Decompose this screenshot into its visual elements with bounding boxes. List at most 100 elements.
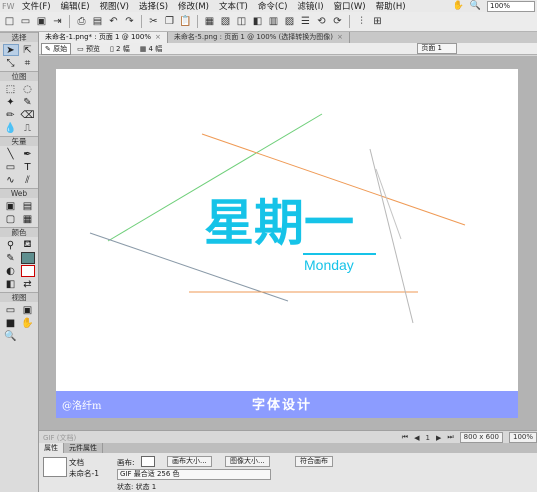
fill-swatch[interactable]	[20, 265, 36, 277]
canvas-size-button[interactable]: 画布大小...	[167, 456, 212, 467]
cut-icon[interactable]: ✂	[146, 14, 161, 29]
group-icon[interactable]: ▦	[202, 14, 217, 29]
pen-tool-icon[interactable]: ✒	[20, 148, 36, 160]
ungroup-icon[interactable]: ▧	[218, 14, 233, 29]
fill-color-icon[interactable]: ◐	[3, 265, 19, 277]
rectangle-tool-icon[interactable]: ▭	[3, 161, 19, 173]
stroke-color-icon[interactable]: ✎	[3, 252, 19, 264]
subheading-text: Monday	[304, 257, 354, 273]
zoom-select[interactable]: 100%	[487, 0, 535, 12]
close-icon[interactable]: ×	[155, 33, 161, 41]
copy-icon[interactable]: ❐	[162, 14, 177, 29]
join-icon[interactable]: ◫	[234, 14, 249, 29]
document-canvas[interactable]: 星期一 Monday @洛纤m 字体设计	[56, 69, 518, 418]
tab-properties[interactable]: 属性	[39, 443, 64, 453]
scale-tool-icon[interactable]: ⤡	[3, 57, 19, 69]
paint-bucket-icon[interactable]: ⛾	[20, 239, 36, 251]
marquee-tool-icon[interactable]: ⬚	[3, 83, 19, 95]
eyedropper-tool-icon[interactable]: ⚲	[3, 239, 19, 251]
align-icon[interactable]: ☰	[298, 14, 313, 29]
export-format-select[interactable]: GIF 最合适 256 色	[117, 469, 271, 480]
stroke-swatch[interactable]	[20, 252, 36, 264]
line-tool-icon[interactable]: ╲	[3, 148, 19, 160]
standard-screen-icon[interactable]: ▭	[3, 304, 19, 316]
menu-commands[interactable]: 命令(C)	[254, 0, 294, 12]
split-icon[interactable]: ◧	[250, 14, 265, 29]
full-screen-icon[interactable]: ■	[3, 317, 19, 329]
menu-help[interactable]: 帮助(H)	[372, 0, 412, 12]
menu-text[interactable]: 文本(T)	[215, 0, 254, 12]
stamp-tool-icon[interactable]: ⎍	[20, 122, 36, 134]
full-screen-menu-icon[interactable]: ▣	[20, 304, 36, 316]
hand-tool-icon[interactable]: ✋	[20, 317, 36, 329]
print-icon[interactable]: ⎙	[74, 14, 89, 29]
redo-icon[interactable]: ↷	[122, 14, 137, 29]
align-dropdown-icon[interactable]: ⊞	[370, 14, 385, 29]
first-page-icon[interactable]: ⏮	[402, 433, 408, 442]
crop-tool-icon[interactable]: ⌗	[20, 57, 36, 69]
menu-modify[interactable]: 修改(M)	[174, 0, 215, 12]
brush-tool-icon[interactable]: ✎	[20, 96, 36, 108]
doc-tab-1[interactable]: 未命名-1.png* : 页面 1 @ 100% ×	[39, 32, 168, 43]
page-number: 1	[425, 433, 430, 442]
send-back-icon[interactable]: ▨	[282, 14, 297, 29]
menu-edit[interactable]: 编辑(E)	[57, 0, 96, 12]
swap-colors-icon[interactable]: ⇄	[20, 278, 36, 290]
pointer-tool-icon[interactable]: ➤	[2, 44, 19, 56]
rotate-left-icon[interactable]: ⟲	[314, 14, 329, 29]
gray-line-steep	[369, 148, 414, 324]
export-icon[interactable]: ▤	[90, 14, 105, 29]
menu-filters[interactable]: 滤镜(I)	[293, 0, 329, 12]
eraser-tool-icon[interactable]: ⌫	[20, 109, 36, 121]
hide-slices-icon[interactable]: ▢	[3, 213, 19, 225]
status-zoom[interactable]: 100%	[508, 432, 537, 443]
fit-canvas-button[interactable]: 符合画布	[295, 456, 333, 467]
paste-icon[interactable]: 📋	[178, 14, 193, 29]
view-2up-button[interactable]: ▯ 2 幅	[106, 43, 134, 55]
view-4up-button[interactable]: ▦ 4 幅	[136, 43, 167, 55]
bring-front-icon[interactable]: ▥	[266, 14, 281, 29]
text-tool-icon[interactable]: T	[20, 161, 36, 173]
tab-symbol-properties[interactable]: 元件属性	[64, 443, 103, 453]
save-icon[interactable]: ▣	[34, 14, 49, 29]
distribute-icon[interactable]: ⫶	[354, 14, 369, 29]
close-icon[interactable]: ×	[337, 33, 343, 41]
main-toolbar: □ ▭ ▣ ⇥ ⎙ ▤ ↶ ↷ ✂ ❐ 📋 ▦ ▧ ◫ ◧ ▥ ▨ ☰ ⟲ ⟳ …	[0, 12, 537, 32]
blur-tool-icon[interactable]: 💧	[3, 122, 19, 134]
import-icon[interactable]: ⇥	[50, 14, 65, 29]
new-doc-icon[interactable]: ▭	[18, 14, 33, 29]
menu-view[interactable]: 视图(V)	[96, 0, 135, 12]
lasso-tool-icon[interactable]: ◌	[20, 83, 36, 95]
new-file-icon[interactable]: □	[2, 14, 17, 29]
image-size-button[interactable]: 图像大小...	[225, 456, 270, 467]
magnify-icon[interactable]: 🔍	[470, 1, 481, 11]
view-original-button[interactable]: ✎ 原始	[41, 42, 72, 55]
subselect-tool-icon[interactable]: ⇱	[20, 44, 36, 56]
toolbar-divider	[349, 15, 350, 28]
canvas-color-swatch[interactable]	[141, 456, 155, 467]
menu-select[interactable]: 选择(S)	[135, 0, 174, 12]
magic-wand-icon[interactable]: ✦	[3, 96, 19, 108]
show-slices-icon[interactable]: ▦	[20, 213, 36, 225]
credit-text: @洛纤m	[62, 401, 102, 412]
menu-file[interactable]: 文件(F)	[18, 0, 57, 12]
view-preview-button[interactable]: ▭ 预览	[73, 43, 104, 55]
prev-page-icon[interactable]: ◀	[414, 434, 419, 442]
page-selector[interactable]: 页面 1	[417, 43, 457, 54]
undo-icon[interactable]: ↶	[106, 14, 121, 29]
knife-tool-icon[interactable]: ⫽	[20, 174, 36, 186]
zoom-tool-icon[interactable]: 🔍	[3, 330, 19, 342]
menu-quick-tools: ✋ 🔍 100%	[453, 0, 535, 12]
state-select[interactable]: 状态: 状态 1	[117, 482, 156, 492]
next-page-icon[interactable]: ▶	[436, 434, 441, 442]
pencil-tool-icon[interactable]: ✏	[3, 109, 19, 121]
freeform-tool-icon[interactable]: ∿	[3, 174, 19, 186]
hand-icon[interactable]: ✋	[453, 1, 464, 11]
doc-tab-2[interactable]: 未命名-5.png : 页面 1 @ 100% (选择转换为图像) ×	[168, 32, 350, 43]
last-page-icon[interactable]: ⏭	[447, 433, 453, 442]
default-colors-icon[interactable]: ◧	[3, 278, 19, 290]
menu-window[interactable]: 窗口(W)	[330, 0, 372, 12]
rotate-right-icon[interactable]: ⟳	[330, 14, 345, 29]
slice-tool-icon[interactable]: ▤	[20, 200, 36, 212]
hotspot-tool-icon[interactable]: ▣	[3, 200, 19, 212]
